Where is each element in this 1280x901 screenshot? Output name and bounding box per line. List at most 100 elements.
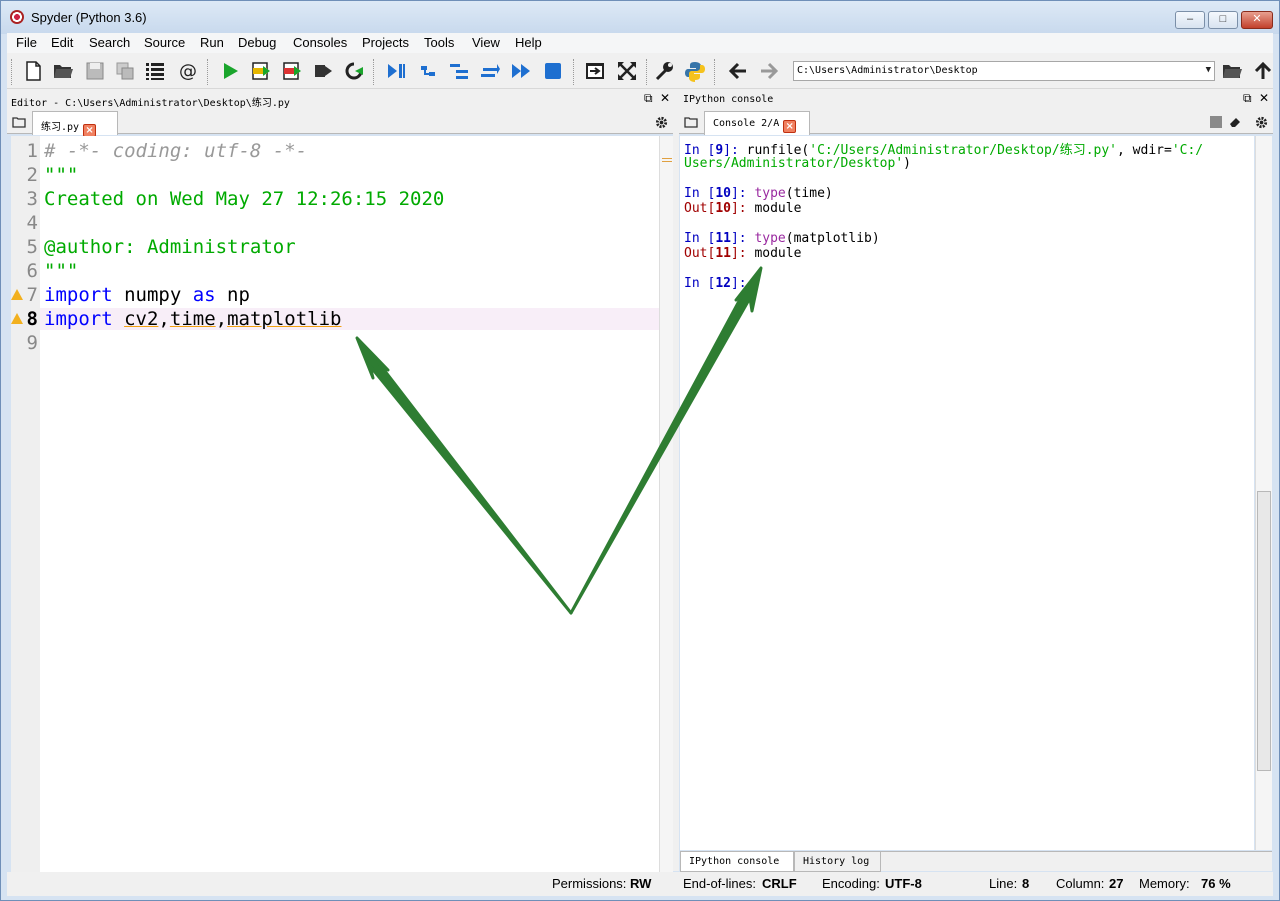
forward-arrow-icon[interactable] xyxy=(758,60,780,82)
back-arrow-icon[interactable] xyxy=(727,60,749,82)
browse-folder-icon[interactable] xyxy=(1221,60,1243,82)
console-tab[interactable]: Console 2/A × xyxy=(704,111,810,135)
close-pane-icon[interactable]: ✕ xyxy=(660,91,670,105)
menu-projects[interactable]: Projects xyxy=(362,35,409,50)
maximize-pane-icon[interactable] xyxy=(584,60,606,82)
menu-bar: File Edit Search Source Run Debug Consol… xyxy=(7,33,1273,53)
console-scrollbar[interactable] xyxy=(1255,136,1272,850)
console-input-line: Users/Administrator/Desktop') xyxy=(684,156,911,171)
code-editor[interactable]: 1 2 3 4 5 6 7 8 9 # -*- coding: utf-8 -*… xyxy=(11,136,659,872)
line-number: 6 xyxy=(26,260,38,282)
eol-value: CRLF xyxy=(762,876,797,891)
warning-icon[interactable] xyxy=(11,289,23,300)
identifier-token: time xyxy=(169,308,216,330)
console-output: module xyxy=(754,246,802,261)
python-path-icon[interactable] xyxy=(684,60,706,82)
editor-scrollbar[interactable] xyxy=(659,136,673,872)
menu-source[interactable]: Source xyxy=(144,35,185,50)
console-output-line: Out[11]: module xyxy=(684,246,801,261)
code-line: import numpy as np xyxy=(44,284,250,306)
eraser-icon[interactable] xyxy=(1229,116,1243,128)
menu-consoles[interactable]: Consoles xyxy=(293,35,347,50)
console-output: module xyxy=(754,201,802,216)
prompt-number: 11 xyxy=(715,246,731,261)
out-prompt: Out[ xyxy=(684,246,716,261)
chevron-down-icon[interactable]: ▼ xyxy=(1206,65,1211,75)
editor-tab[interactable]: 练习.py × xyxy=(32,111,118,137)
browse-tabs-folder-icon[interactable] xyxy=(684,116,698,128)
run-cell-advance-icon[interactable] xyxy=(281,60,303,82)
console-code: ) xyxy=(903,156,911,171)
in-prompt: ]: xyxy=(730,231,755,246)
permissions-label: Permissions: xyxy=(552,876,627,891)
toolbar-separator xyxy=(573,59,574,85)
menu-file[interactable]: File xyxy=(16,35,37,50)
identifier-token: numpy xyxy=(112,284,193,306)
menu-tools[interactable]: Tools xyxy=(424,35,454,50)
step-return-icon[interactable] xyxy=(479,60,501,82)
code-line: """ xyxy=(44,164,79,186)
editor-pane-title: Editor - C:\Users\Administrator\Desktop\… xyxy=(11,98,290,109)
gear-icon[interactable] xyxy=(655,116,668,129)
run-selection-icon[interactable] xyxy=(312,60,334,82)
pane-splitter[interactable] xyxy=(673,89,679,871)
code-line: @author: Administrator xyxy=(44,236,296,258)
debug-icon[interactable] xyxy=(385,60,407,82)
window-title: Spyder (Python 3.6) xyxy=(31,10,147,25)
step-icon[interactable] xyxy=(417,60,439,82)
close-tab-icon[interactable]: × xyxy=(783,120,797,133)
save-file-icon[interactable] xyxy=(84,60,106,82)
gear-icon[interactable] xyxy=(1255,116,1268,129)
menu-debug[interactable]: Debug xyxy=(238,35,276,50)
minimize-button[interactable]: – xyxy=(1175,11,1205,29)
keyword-token: import xyxy=(44,308,113,330)
console-pane-header: IPython console ⧉ ✕ xyxy=(679,89,1273,109)
save-all-icon[interactable] xyxy=(114,60,136,82)
interrupt-kernel-icon[interactable] xyxy=(1210,116,1222,128)
prompt-number: 10 xyxy=(715,186,731,201)
working-directory-combo[interactable]: C:\Users\Administrator\Desktop ▼ xyxy=(793,61,1215,81)
tab-ipython-console[interactable]: IPython console xyxy=(680,852,794,872)
line-value: 8 xyxy=(1022,876,1030,891)
stop-debug-icon[interactable] xyxy=(542,60,564,82)
toolbar-separator xyxy=(646,59,647,85)
out-prompt: Out[ xyxy=(684,201,716,216)
console-input-line: In [11]: type(matplotlib) xyxy=(684,231,880,246)
menu-help[interactable]: Help xyxy=(515,35,542,50)
undock-icon[interactable]: ⧉ xyxy=(644,91,653,106)
close-pane-icon[interactable]: ✕ xyxy=(1259,91,1269,105)
outline-list-icon[interactable] xyxy=(144,60,166,82)
warning-icon[interactable] xyxy=(11,313,23,324)
parent-directory-icon[interactable] xyxy=(1252,60,1274,82)
undock-icon[interactable]: ⧉ xyxy=(1243,91,1252,106)
step-into-icon[interactable] xyxy=(448,60,470,82)
new-file-icon[interactable] xyxy=(22,60,44,82)
run-cell-icon[interactable] xyxy=(250,60,272,82)
console-code: (time) xyxy=(785,186,833,201)
rerun-icon[interactable] xyxy=(343,60,365,82)
code-line: """ xyxy=(44,260,79,282)
menu-run[interactable]: Run xyxy=(200,35,224,50)
continue-icon[interactable] xyxy=(510,60,532,82)
menu-view[interactable]: View xyxy=(472,35,500,50)
scrollbar-thumb[interactable] xyxy=(1257,491,1271,771)
console-tab-bar: Console 2/A × xyxy=(679,109,1273,135)
preferences-wrench-icon[interactable] xyxy=(653,60,675,82)
eol-label: End-of-lines: xyxy=(683,876,756,891)
console-pane-title: IPython console xyxy=(683,94,774,105)
identifier-token: np xyxy=(215,284,250,306)
menu-search[interactable]: Search xyxy=(89,35,130,50)
maximize-button[interactable]: □ xyxy=(1208,11,1238,29)
prompt-number: 12 xyxy=(715,276,731,291)
close-button[interactable]: ✕ xyxy=(1241,11,1273,29)
line-number: 3 xyxy=(26,188,38,210)
browse-tabs-folder-icon[interactable] xyxy=(12,116,26,128)
tab-history-log[interactable]: History log xyxy=(794,852,881,872)
run-file-icon[interactable] xyxy=(219,60,241,82)
at-sign-icon[interactable]: @ xyxy=(177,60,199,82)
ipython-console[interactable]: In [9]: runfile('C:/Users/Administrator/… xyxy=(680,136,1254,850)
fullscreen-icon[interactable] xyxy=(616,60,638,82)
spyder-window: Spyder (Python 3.6) – □ ✕ File Edit Sear… xyxy=(0,0,1280,901)
menu-edit[interactable]: Edit xyxy=(51,35,73,50)
open-file-icon[interactable] xyxy=(52,60,74,82)
